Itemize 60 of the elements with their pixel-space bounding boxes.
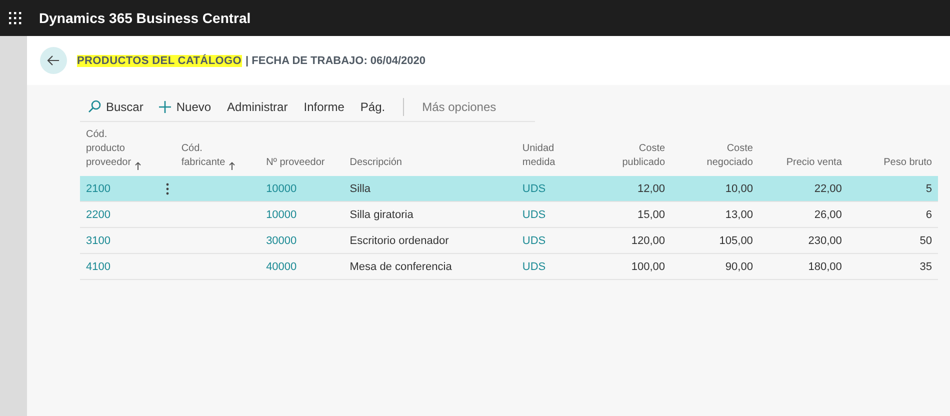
table-cell: Escritorio ordenador bbox=[350, 234, 449, 246]
table-cell[interactable]: UDS bbox=[522, 234, 546, 246]
column-header[interactable]: Unidad medida bbox=[522, 142, 556, 170]
table-cell: 35 bbox=[920, 260, 932, 272]
table-cell: 120,00 bbox=[631, 234, 666, 246]
table-row[interactable]: 4100 40000 Mesa de conferencia UDS 100,00 90,00 180,00 35 bbox=[80, 254, 938, 280]
table-cell[interactable]: UDS bbox=[522, 208, 546, 220]
table-cell: 5 bbox=[926, 182, 932, 194]
table-cell: 50 bbox=[920, 234, 932, 246]
table-cell: 230,00 bbox=[808, 234, 842, 246]
action-button[interactable]: Pág. bbox=[352, 100, 394, 114]
app-title: Dynamics 365 Business Central bbox=[39, 10, 251, 26]
column-header[interactable]: Cód. producto proveedor bbox=[86, 128, 132, 170]
table-cell[interactable]: 2200 bbox=[86, 208, 110, 220]
search-icon bbox=[88, 100, 101, 113]
column-header[interactable]: Peso bruto bbox=[884, 156, 932, 170]
column-header[interactable]: Coste negociado bbox=[706, 142, 753, 170]
back-button[interactable] bbox=[40, 47, 67, 74]
table-cell: 13,00 bbox=[725, 208, 753, 220]
table-cell: 10,00 bbox=[725, 182, 753, 194]
table-cell[interactable]: UDS bbox=[522, 260, 546, 272]
table-cell[interactable]: 10000 bbox=[266, 182, 297, 194]
table-cell[interactable]: UDS bbox=[522, 182, 546, 194]
table-cell: 22,00 bbox=[814, 182, 842, 194]
table-cell: 26,00 bbox=[814, 208, 842, 220]
table-cell: 180,00 bbox=[808, 260, 842, 272]
column-header[interactable]: Coste publicado bbox=[622, 142, 666, 170]
column-header[interactable]: Precio venta bbox=[786, 156, 842, 170]
table-cell[interactable]: 4100 bbox=[86, 260, 110, 272]
table-cell[interactable]: 40000 bbox=[266, 260, 297, 272]
page-title: PRODUCTOS DEL CATÁLOGO bbox=[77, 54, 242, 66]
column-header[interactable]: Cód. fabricante bbox=[181, 142, 226, 170]
action-button[interactable]: Más opciones bbox=[414, 100, 504, 114]
app-launcher-icon[interactable] bbox=[8, 11, 22, 25]
table-cell[interactable]: 30000 bbox=[266, 234, 297, 246]
table-cell: 90,00 bbox=[725, 260, 753, 272]
column-header[interactable]: Nº proveedor bbox=[266, 156, 325, 170]
plus-icon bbox=[159, 100, 172, 112]
table-cell: Silla giratoria bbox=[350, 208, 414, 220]
table-cell: 15,00 bbox=[638, 208, 666, 220]
table-cell: Silla bbox=[350, 182, 371, 194]
table-cell[interactable]: 10000 bbox=[266, 208, 297, 220]
table-row[interactable]: 2200 10000 Silla giratoria UDS 15,00 13,00 26,00 6 bbox=[80, 202, 938, 228]
table-cell: Mesa de conferencia bbox=[350, 260, 452, 272]
table-cell: 105,00 bbox=[719, 234, 753, 246]
table-cell[interactable]: 3100 bbox=[86, 234, 110, 246]
action-button[interactable]: Administrar bbox=[219, 100, 296, 114]
table-cell: 6 bbox=[926, 208, 932, 220]
table-cell: 12,00 bbox=[638, 182, 666, 194]
column-header[interactable]: Descripción bbox=[350, 156, 402, 170]
action-button[interactable]: Buscar bbox=[80, 100, 152, 114]
action-button[interactable]: Nuevo bbox=[151, 100, 220, 114]
table-row[interactable]: 3100 30000 Escritorio ordenador UDS 120,00 105,00 230,00 50 bbox=[80, 228, 938, 254]
work-date: | FECHA DE TRABAJO: 06/04/2020 bbox=[246, 54, 426, 66]
table-row[interactable]: 2100 10000 Silla UDS 12,00 10,00 22,00 5 bbox=[80, 176, 938, 202]
table-cell: 100,00 bbox=[631, 260, 666, 272]
action-button[interactable]: Informe bbox=[296, 100, 352, 114]
table-cell[interactable]: 2100 bbox=[86, 182, 110, 194]
back-arrow-icon bbox=[47, 55, 60, 66]
more-icon[interactable] bbox=[166, 182, 170, 194]
